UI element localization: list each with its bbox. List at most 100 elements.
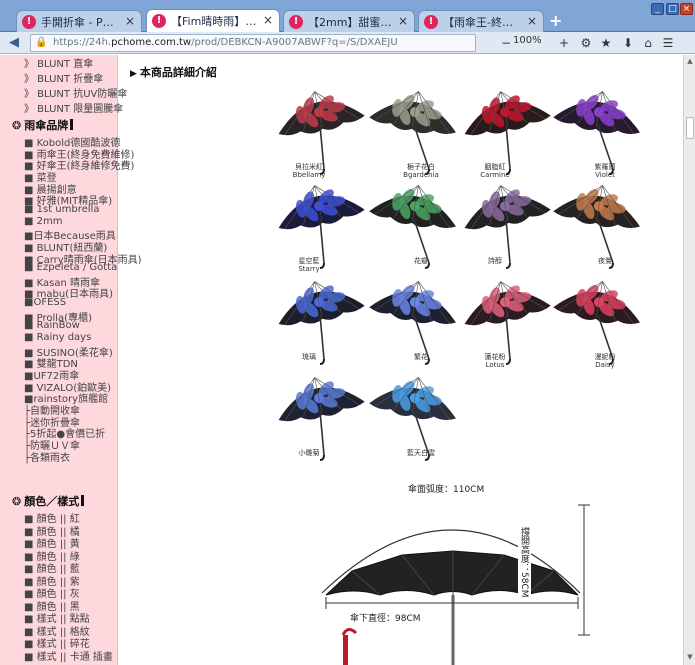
umbrella-name-en: Bgardenia	[403, 171, 439, 179]
umbrella-caption: 繁花	[396, 353, 446, 361]
browser-titlebar: ! 手開折傘 - PChome 24h… × ! 【Fim晴時雨】晴雨兩用… ×…	[0, 0, 695, 32]
sidebar-brand-link[interactable]: ■ 1st umbrella	[24, 204, 99, 215]
address-bar[interactable]: 🔒 https://24h.pchome.com.tw/prod/DEBKCN-…	[30, 34, 476, 52]
heading-bullet-icon: ❂	[12, 119, 22, 132]
umbrella-name: 藍天白雲	[407, 449, 435, 457]
home-icon[interactable]: ⌂	[640, 35, 656, 51]
umbrella-name: 琉璃	[302, 353, 316, 361]
umbrella-name-en: Carmine	[480, 171, 510, 179]
sidebar-link[interactable]: 》 BLUNT 限量圖騰傘	[24, 100, 123, 115]
heading-bullet-icon: ❂	[12, 495, 22, 508]
umbrella-name: 梔子花白	[407, 163, 435, 171]
sidebar-link[interactable]: 》 BLUNT 折疊傘	[24, 70, 103, 85]
brand-heading: ❂ 雨傘品牌	[12, 117, 74, 133]
umbrella-caption: 詩醇	[470, 257, 520, 265]
star-icon[interactable]: ★	[598, 35, 614, 51]
sidebar-brand-link[interactable]: ■OFESS	[24, 297, 66, 308]
warning-icon: !	[22, 15, 36, 29]
close-tab-icon[interactable]: ×	[527, 14, 537, 28]
umbrella-caption: 花瓣	[396, 257, 446, 265]
zoom-in-icon[interactable]: +	[556, 35, 572, 51]
umbrella-name-en: Lotus	[485, 361, 505, 369]
color-heading: ❂ 顏色／樣式	[12, 493, 85, 509]
tab-label: 【2mm】甜蜜夢境★魔…	[308, 16, 408, 29]
zoom-level[interactable]: 100%	[513, 35, 542, 46]
umbrella-name: 小雛菊	[298, 449, 320, 457]
close-window-button[interactable]: ×	[680, 3, 693, 15]
sidebar-brand-link[interactable]: ■ Rainy days	[24, 332, 91, 343]
lock-icon: 🔒	[35, 37, 48, 48]
close-tab-icon[interactable]: ×	[263, 13, 273, 27]
close-tab-icon[interactable]: ×	[398, 14, 408, 28]
arc-label: 傘面弧度：110CM	[408, 485, 485, 495]
menu-icon[interactable]: ☰	[660, 35, 676, 51]
back-arrow-icon[interactable]: ◀	[6, 35, 22, 51]
product-detail-area: 本商品詳細介紹 貝拉米紅Bbellamy 梔子花白Bgardenia 胭脂紅Carm…	[119, 55, 683, 665]
umbrella-name: 星空藍	[298, 257, 320, 265]
tab-label: 【Fim晴時雨】晴雨兩用…	[171, 15, 273, 28]
umbrella-caption: 貝拉米紅 Bbellamy	[284, 163, 334, 179]
sidebar-brand-link[interactable]: ■ RainBow	[24, 320, 80, 331]
umbrella-name: 漫妮粉	[594, 353, 616, 361]
vertical-scrollbar[interactable]: ▲ ▼	[683, 55, 695, 665]
gear-icon[interactable]: ⚙	[578, 35, 594, 51]
height-label: 撐開高度：58CM	[518, 527, 531, 598]
sidebar-link[interactable]: 》 BLUNT 抗UV防曬傘	[24, 85, 127, 100]
browser-tab-2[interactable]: ! 【Fim晴時雨】晴雨兩用… ×	[146, 9, 280, 32]
umbrella-name: 夜鶯	[598, 257, 612, 265]
umbrella-diagram-graphic	[321, 504, 590, 665]
umbrella-caption: 梔子花白 Bgardenia	[396, 163, 446, 179]
umbrella-caption: 小雛菊	[284, 449, 334, 457]
umbrella-name: 紫羅蘭	[594, 163, 616, 171]
umbrella-caption: 漫妮粉 Daisy	[580, 353, 630, 369]
diameter-label: 傘下直徑：98CM	[348, 611, 423, 624]
close-tab-icon[interactable]: ×	[125, 14, 135, 28]
browser-tab-3[interactable]: ! 【2mm】甜蜜夢境★魔… ×	[283, 10, 415, 32]
scroll-up-arrow-icon[interactable]: ▲	[686, 57, 694, 65]
umbrella-caption: 星空藍 Starry	[284, 257, 334, 273]
umbrella-name-en: Violet	[595, 171, 615, 179]
download-icon[interactable]: ⬇	[620, 35, 636, 51]
sidebar-link[interactable]: 》 BLUNT 直傘	[24, 55, 93, 70]
brand-heading-text: 雨傘品牌	[24, 119, 69, 132]
sidebar-brand-link[interactable]: ├各類雨衣	[24, 449, 70, 464]
sidebar-brand-link[interactable]: ■ Ezpeleta / Gotta	[24, 262, 117, 273]
color-heading-text: 顏色／樣式	[24, 495, 80, 508]
tab-label: 手開折傘 - PChome 24h…	[41, 16, 135, 29]
umbrella-name: 胭脂紅	[484, 163, 506, 171]
umbrella-name-en: Starry	[298, 265, 320, 273]
tab-label: 【雨傘王-終身免費維修…	[443, 16, 537, 29]
minimize-button[interactable]: _	[651, 3, 664, 15]
umbrella-caption: 藍天白雲	[396, 449, 446, 457]
umbrella-name: 詩醇	[488, 257, 502, 265]
zoom-out-icon[interactable]: −	[498, 35, 514, 51]
umbrella-name: 蓮花粉	[484, 353, 506, 361]
browser-tab-4[interactable]: ! 【雨傘王-終身免費維修… ×	[418, 10, 544, 32]
umbrella-name-en: Bbellamy	[292, 171, 326, 179]
umbrella-name: 繁花	[414, 353, 428, 361]
umbrella-name: 貝拉米紅	[295, 163, 323, 171]
category-sidebar: 》 BLUNT 直傘》 BLUNT 折疊傘》 BLUNT 抗UV防曬傘》 BLU…	[0, 55, 142, 665]
navigation-toolbar: ◀ 🔒 https://24h.pchome.com.tw/prod/DEBKC…	[0, 32, 695, 54]
sidebar-brand-link[interactable]: ■ 2mm	[24, 216, 62, 227]
maximize-button[interactable]: □	[666, 3, 679, 15]
new-tab-button[interactable]: +	[549, 11, 562, 30]
heading-bar-icon	[70, 119, 74, 130]
umbrella-caption: 琉璃	[284, 353, 334, 361]
umbrella-size-diagram: 傘面弧度：110CM 傘下直徑：98CM 撐開高度：58CM	[312, 475, 595, 665]
umbrella-caption: 胭脂紅 Carmine	[470, 163, 520, 179]
url-prefix: https://24h.	[53, 37, 112, 48]
scrollbar-thumb[interactable]	[686, 117, 694, 139]
umbrella-caption: 夜鶯	[580, 257, 630, 265]
warning-icon: !	[424, 15, 438, 29]
section-title: 本商品詳細介紹	[130, 64, 217, 80]
sidebar-color-link[interactable]: ■ 樣式 || 卡通 插畫	[24, 648, 113, 663]
heading-bar-icon	[81, 495, 85, 506]
umbrella-name: 花瓣	[414, 257, 428, 265]
scroll-down-arrow-icon[interactable]: ▼	[686, 653, 694, 661]
browser-tab-1[interactable]: ! 手開折傘 - PChome 24h… ×	[16, 10, 142, 32]
umbrella-caption: 紫羅蘭 Violet	[580, 163, 630, 179]
url-path: /prod/DEBKCN-A9007ABWF?q=/S/DXAEJU	[191, 37, 398, 48]
url-domain: pchome.com.tw	[111, 37, 192, 48]
page-viewport: 》 BLUNT 直傘》 BLUNT 折疊傘》 BLUNT 抗UV防曬傘》 BLU…	[0, 55, 683, 665]
